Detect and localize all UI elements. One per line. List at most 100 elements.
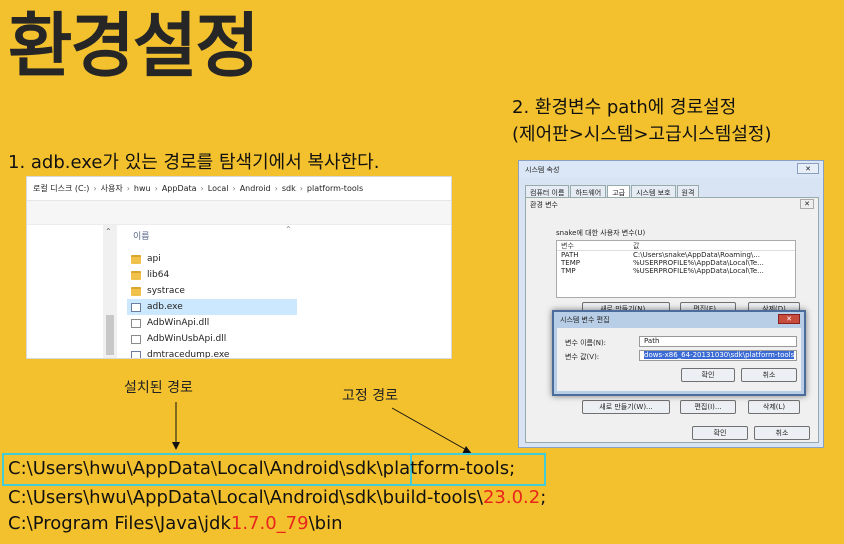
new-system-var-button[interactable]: 새로 만들기(W)...: [582, 400, 670, 414]
edit-ok-button[interactable]: 확인: [681, 368, 735, 382]
step1-text: 1. adb.exe가 있는 경로를 탐색기에서 복사한다.: [8, 152, 380, 173]
breadcrumb-separator-icon: ›: [274, 184, 278, 193]
file-name: api: [147, 254, 161, 264]
folder-icon: [131, 270, 141, 280]
var-value-field[interactable]: dows-x86_64-20131030\sdk\platform-tools: [639, 350, 797, 361]
breadcrumb-item[interactable]: 사용자: [101, 183, 123, 194]
file-row[interactable]: dmtracedump.exe: [127, 347, 297, 359]
var-name-field[interactable]: Path: [639, 336, 797, 347]
version-text: 23.0.2: [482, 487, 541, 508]
edit-dialog-title: 시스템 변수 편집: [560, 316, 610, 324]
path-prefix: C:\Program Files\Java\jdk: [8, 513, 231, 534]
user-vars-table[interactable]: 변수 값 PATH C:\Users\snake\AppData\Roaming…: [556, 240, 796, 298]
file-row-selected[interactable]: adb.exe: [127, 299, 297, 315]
file-row[interactable]: systrace: [127, 283, 297, 299]
edit-system-var-dialog: 시스템 변수 편집 ✕ 변수 이름(N): Path 변수 값(V): dows…: [552, 310, 806, 396]
var-value: %USERPROFILE%\AppData\Local\Te...: [633, 259, 764, 267]
var-name-label: 변수 이름(N):: [565, 339, 607, 347]
table-header: 변수 값: [557, 241, 795, 251]
breadcrumb-separator-icon: ›: [93, 184, 97, 193]
fixed-path-arrow: [391, 407, 471, 453]
breadcrumb-item[interactable]: Android: [240, 184, 271, 193]
file-name: AdbWinUsbApi.dll: [147, 334, 227, 344]
path-prefix: C:\Users\hwu\AppData\Local\Android\sdk\b…: [8, 487, 483, 508]
close-icon[interactable]: ✕: [778, 314, 800, 324]
file-row[interactable]: AdbWinUsbApi.dll: [127, 331, 297, 347]
var-value: C:\Users\snake\AppData\Roaming\...: [633, 251, 760, 259]
step2-line2: (제어판>시스템>고급시스템설정): [512, 124, 772, 145]
breadcrumb[interactable]: 로컬 디스크 (C:) › 사용자 › hwu › AppData › Local › A…: [27, 177, 451, 201]
file-name: lib64: [147, 270, 170, 280]
delete-system-var-button[interactable]: 삭제(L): [748, 400, 800, 414]
var-value-text: dows-x86_64-20131030\sdk\platform-tools: [644, 351, 795, 359]
breadcrumb-separator-icon: ›: [299, 184, 303, 193]
path-line-1: C:\Users\hwu\AppData\Local\Android\sdk\p…: [8, 458, 515, 479]
path-line-2: C:\Users\hwu\AppData\Local\Android\sdk\b…: [8, 487, 546, 508]
close-icon[interactable]: ✕: [800, 199, 814, 209]
nav-scrollbar[interactable]: ⌃: [103, 225, 117, 358]
file-name: systrace: [147, 286, 185, 296]
breadcrumb-item[interactable]: sdk: [282, 184, 296, 193]
table-row[interactable]: TMP %USERPROFILE%\AppData\Local\Te...: [557, 267, 795, 275]
fixed-path-label: 고정 경로: [342, 388, 398, 404]
folder-icon: [131, 286, 141, 296]
file-name: dmtracedump.exe: [147, 350, 230, 359]
path-line-3: C:\Program Files\Java\jdk1.7.0_79\bin: [8, 513, 343, 534]
env-vars-title: 환경 변수: [530, 201, 558, 209]
breadcrumb-separator-icon: ›: [154, 184, 158, 193]
breadcrumb-item[interactable]: 로컬 디스크 (C:): [33, 183, 89, 194]
step2-line1: 2. 환경변수 path에 경로설정: [512, 97, 737, 118]
var-value: %USERPROFILE%\AppData\Local\Te...: [633, 267, 764, 275]
close-icon[interactable]: ✕: [797, 163, 819, 174]
breadcrumb-item[interactable]: Local: [208, 184, 229, 193]
file-row[interactable]: api: [127, 251, 297, 267]
dll-file-icon: [131, 318, 141, 328]
step2-text: 2. 환경변수 path에 경로설정 (제어판>시스템>고급시스템설정): [512, 94, 772, 148]
explorer-toolbar: [27, 201, 451, 225]
table-row[interactable]: PATH C:\Users\snake\AppData\Roaming\...: [557, 251, 795, 259]
scroll-up-icon[interactable]: ⌃: [105, 227, 112, 236]
file-name: adb.exe: [147, 302, 183, 312]
scroll-thumb[interactable]: [106, 315, 114, 355]
edit-cancel-button[interactable]: 취소: [741, 368, 797, 382]
path-prefix: C:\Users\hwu\AppData\Local\Android\sdk\: [8, 458, 383, 479]
file-name: AdbWinApi.dll: [147, 318, 210, 328]
breadcrumb-separator-icon: ›: [232, 184, 236, 193]
exe-file-icon: [131, 350, 141, 358]
dll-file-icon: [131, 334, 141, 344]
path-suffix: platform-tools: [382, 458, 510, 479]
install-path-label: 설치된 경로: [124, 380, 193, 396]
exe-file-icon: [131, 302, 141, 312]
file-row[interactable]: AdbWinApi.dll: [127, 315, 297, 331]
var-name: TEMP: [561, 259, 580, 267]
var-value-label: 변수 값(V):: [565, 353, 600, 361]
ok-button[interactable]: 확인: [692, 426, 748, 440]
col-variable: 변수: [561, 242, 574, 250]
user-vars-label: snake에 대한 사용자 변수(U): [556, 229, 646, 237]
edit-system-var-button[interactable]: 편집(I)...: [680, 400, 736, 414]
folder-icon: [131, 254, 141, 264]
path-end: \bin: [308, 513, 343, 534]
file-list: 이름 api lib64 systrace adb.exe AdbWinApi.…: [127, 229, 297, 359]
explorer-window: 로컬 디스크 (C:) › 사용자 › hwu › AppData › Local › A…: [26, 176, 452, 359]
table-row[interactable]: TEMP %USERPROFILE%\AppData\Local\Te...: [557, 259, 795, 267]
system-properties-dialog: 시스템 속성 ✕ 컴퓨터 이름 하드웨어 고급 시스템 보호 원격 환경 변수 …: [518, 160, 824, 448]
dialog-title: 시스템 속성: [519, 161, 823, 177]
cancel-button[interactable]: 취소: [754, 426, 810, 440]
page-title: 환경설정: [8, 5, 260, 87]
install-path-arrowhead-icon: [172, 442, 180, 450]
breadcrumb-separator-icon: ›: [200, 184, 204, 193]
var-name: TMP: [561, 267, 576, 275]
column-header-name[interactable]: 이름: [133, 229, 297, 242]
breadcrumb-separator-icon: ›: [126, 184, 130, 193]
var-name: PATH: [561, 251, 579, 259]
breadcrumb-item[interactable]: hwu: [134, 184, 151, 193]
file-row[interactable]: lib64: [127, 267, 297, 283]
navigation-pane[interactable]: [27, 225, 103, 358]
path-end: ;: [540, 487, 547, 508]
col-value: 값: [633, 242, 640, 250]
breadcrumb-item[interactable]: platform-tools: [307, 184, 363, 193]
version-text: 1.7.0_79: [230, 513, 309, 534]
path-end: ;: [509, 458, 516, 479]
breadcrumb-item[interactable]: AppData: [162, 184, 197, 193]
